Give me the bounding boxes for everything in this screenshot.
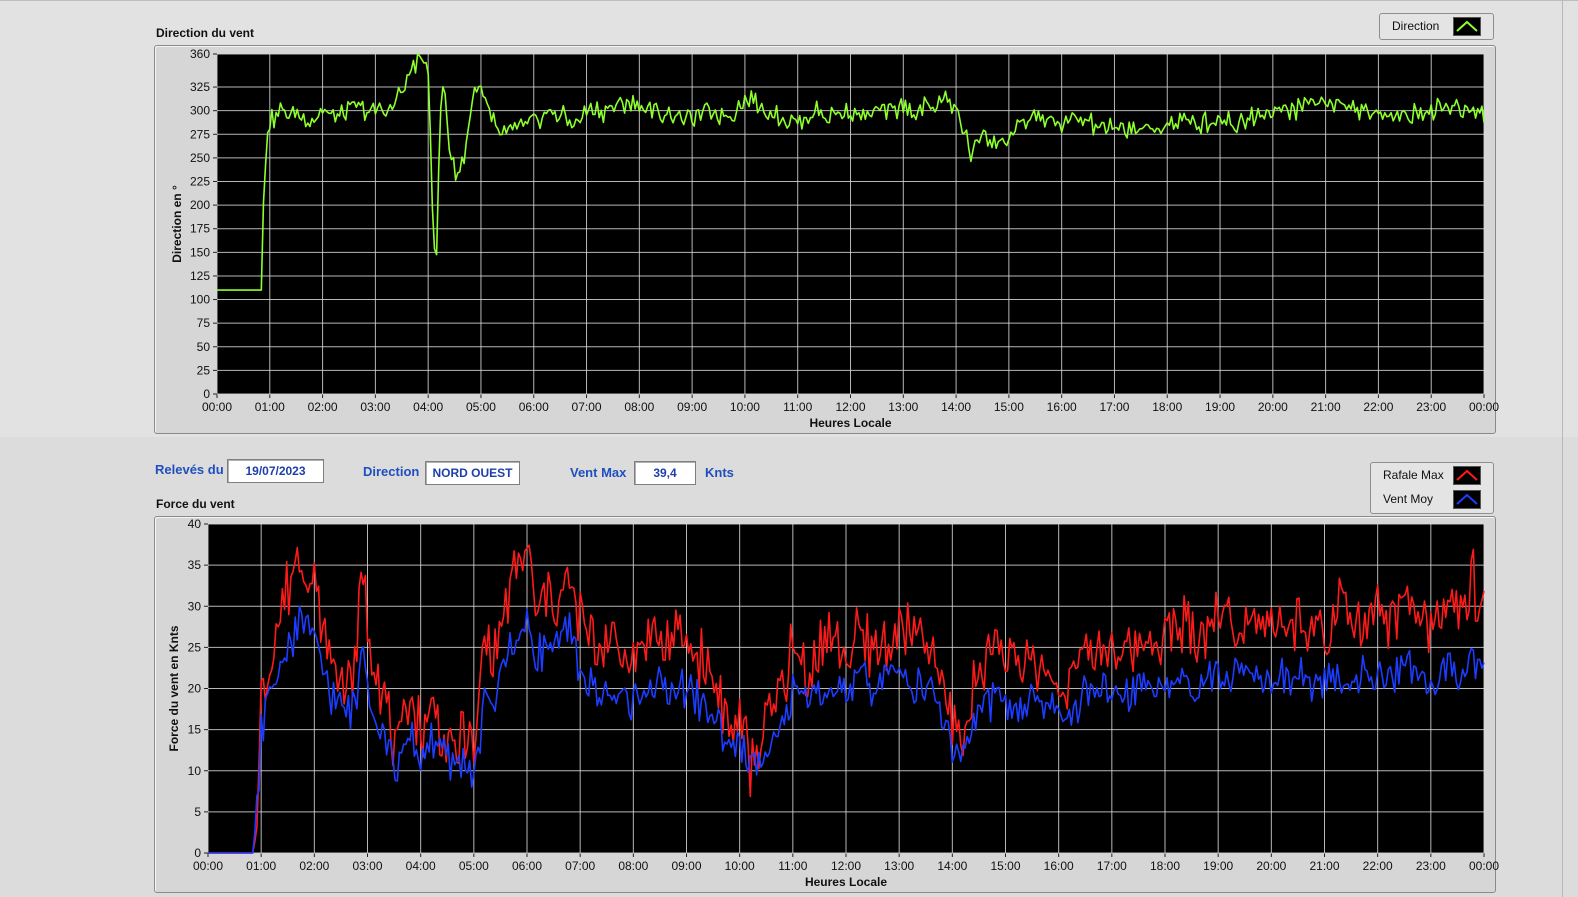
y-tick-label: 20 xyxy=(188,682,202,696)
x-tick-label: 00:00 xyxy=(1469,859,1499,873)
x-tick-label: 15:00 xyxy=(990,859,1020,873)
x-tick-label: 03:00 xyxy=(352,859,382,873)
x-tick-label: 17:00 xyxy=(1097,859,1127,873)
x-tick-label: 12:00 xyxy=(831,859,861,873)
x-tick-label: 19:00 xyxy=(1203,859,1233,873)
y-tick-label: 30 xyxy=(188,599,202,613)
y-tick-label: 5 xyxy=(194,805,201,819)
y-tick-label: 10 xyxy=(188,764,202,778)
x-tick-label: 02:00 xyxy=(299,859,329,873)
x-tick-label: 23:00 xyxy=(1416,859,1446,873)
x-tick-label: 20:00 xyxy=(1256,859,1286,873)
x-tick-label: 08:00 xyxy=(618,859,648,873)
x-tick-label: 18:00 xyxy=(1150,859,1180,873)
y-tick-label: 35 xyxy=(188,558,202,572)
x-tick-label: 16:00 xyxy=(1044,859,1074,873)
x-tick-label: 01:00 xyxy=(246,859,276,873)
y-tick-label: 15 xyxy=(188,723,202,737)
y-tick-label: 25 xyxy=(188,640,202,654)
x-tick-label: 14:00 xyxy=(937,859,967,873)
x-tick-label: 09:00 xyxy=(671,859,701,873)
x-tick-label: 11:00 xyxy=(778,859,807,873)
x-axis-label: Heures Locale xyxy=(805,875,887,889)
x-tick-label: 21:00 xyxy=(1309,859,1339,873)
x-tick-label: 22:00 xyxy=(1363,859,1393,873)
x-tick-label: 07:00 xyxy=(565,859,595,873)
x-tick-label: 04:00 xyxy=(406,859,436,873)
y-tick-label: 0 xyxy=(194,846,201,860)
x-tick-label: 13:00 xyxy=(884,859,914,873)
y-axis-label: Force du vent en Knts xyxy=(167,625,181,751)
x-tick-label: 05:00 xyxy=(459,859,489,873)
x-tick-label: 10:00 xyxy=(725,859,755,873)
x-tick-label: 06:00 xyxy=(512,859,542,873)
x-tick-label: 00:00 xyxy=(193,859,223,873)
y-tick-label: 40 xyxy=(188,517,202,531)
force-chart[interactable]: 00:00 01:00 02:00 03:00 04:00 05:00 06:00 07:00… xyxy=(0,0,1578,897)
